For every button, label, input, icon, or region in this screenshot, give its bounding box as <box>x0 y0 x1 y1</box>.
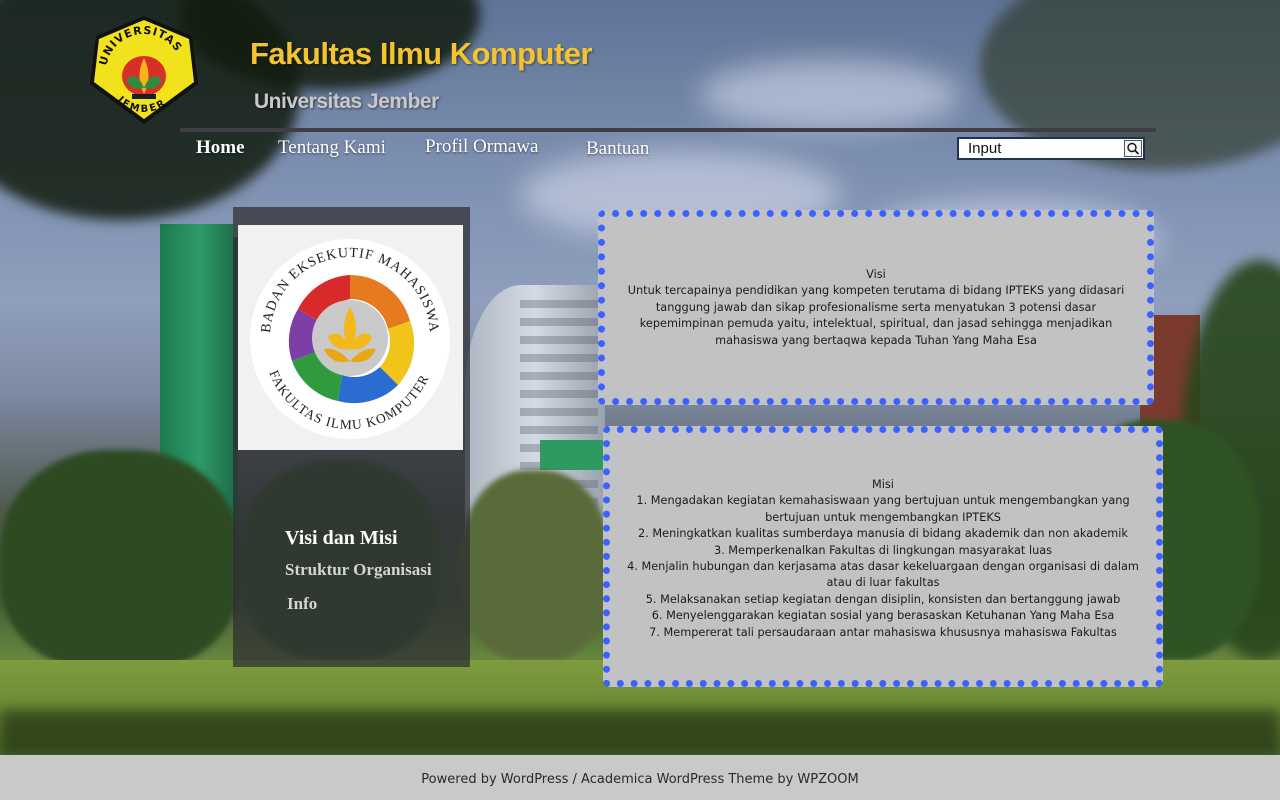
university-logo[interactable]: UNIVERSITAS JEMBER <box>86 14 202 126</box>
sidebar-link-struktur-organisasi[interactable]: Struktur Organisasi <box>285 560 432 580</box>
misi-item: 1. Mengadakan kegiatan kemahasiswaan yan… <box>636 494 1130 524</box>
nav-item-tentang-kami[interactable]: Tentang Kami <box>278 137 386 159</box>
misi-item: 7. Mempererat tali persaudaraan antar ma… <box>649 625 1117 639</box>
nav-item-bantuan[interactable]: Bantuan <box>586 138 649 160</box>
footer: Powered by WordPress / Academica WordPre… <box>0 755 1280 800</box>
bem-logo-frame: BADAN EKSEKUTIF MAHASISWA FAKULTAS ILMU … <box>238 225 463 450</box>
sidebar-link-info[interactable]: Info <box>287 594 317 614</box>
nav-item-home[interactable]: Home <box>196 137 245 159</box>
misi-item: 2. Meningkatkan kualitas sumberdaya manu… <box>638 527 1128 541</box>
search-button[interactable] <box>1124 140 1142 157</box>
misi-item: 3. Memperkenalkan Fakultas di lingkungan… <box>713 543 1053 557</box>
visi-heading: Visi <box>866 268 886 281</box>
footer-credits: Powered by WordPress / Academica WordPre… <box>421 772 859 787</box>
nav-item-profil-ormawa[interactable]: Profil Ormawa <box>425 136 538 158</box>
misi-heading: Misi <box>872 478 894 491</box>
bem-logo[interactable]: BADAN EKSEKUTIF MAHASISWA FAKULTAS ILMU … <box>238 225 463 450</box>
site-subtitle: Universitas Jember <box>254 90 439 113</box>
sidebar: BADAN EKSEKUTIF MAHASISWA FAKULTAS ILMU … <box>233 207 470 667</box>
search-box <box>957 137 1145 160</box>
sidebar-link-visi-misi[interactable]: Visi dan Misi <box>285 527 398 550</box>
site-title[interactable]: Fakultas Ilmu Komputer <box>250 36 593 72</box>
misi-item: 5. Melaksanakan setiap kegiatan dengan d… <box>645 592 1121 606</box>
search-icon <box>1127 142 1140 155</box>
header-divider <box>180 128 1156 132</box>
visi-body: Untuk tercapainya pendidikan yang kompet… <box>627 284 1125 347</box>
misi-panel: Misi 1. Mengadakan kegiatan kemahasiswaa… <box>603 426 1163 687</box>
visi-panel: Visi Untuk tercapainya pendidikan yang k… <box>598 210 1154 405</box>
misi-item: 4. Menjalin hubungan dan kerjasama atas … <box>627 560 1139 590</box>
search-input[interactable] <box>959 139 1123 158</box>
misi-item: 6. Menyelenggarakan kegiatan sosial yang… <box>651 609 1115 623</box>
